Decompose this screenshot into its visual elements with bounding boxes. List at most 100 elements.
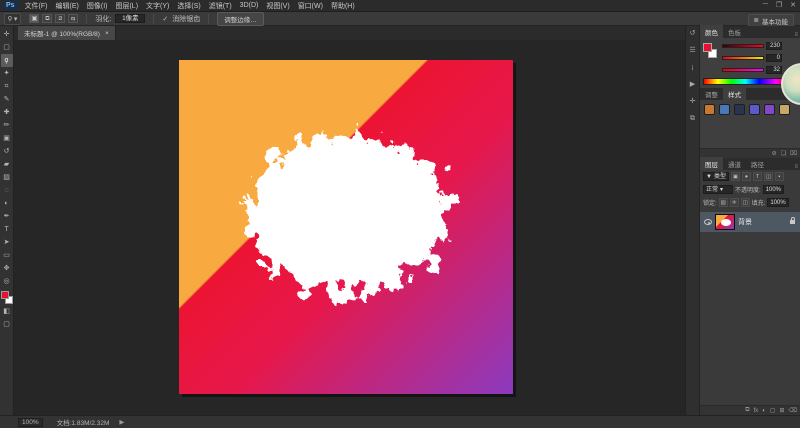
new-style-icon[interactable]: ❏ (781, 150, 786, 157)
navigator-panel-icon[interactable]: ✛ (687, 96, 699, 107)
style-swatch[interactable] (704, 104, 715, 115)
foreground-color-swatch[interactable] (1, 291, 9, 299)
refine-edge-button[interactable]: 调整边缘… (217, 12, 264, 26)
zoom-tool[interactable]: ◎ (1, 275, 13, 288)
blue-slider[interactable] (722, 68, 764, 72)
tab-styles[interactable]: 样式 (723, 87, 746, 100)
add-selection-icon[interactable]: ⧉ (42, 14, 52, 23)
menu-layer[interactable]: 图层(L) (115, 1, 138, 11)
info-panel-icon[interactable]: ¡ (687, 62, 699, 73)
filter-type-icon[interactable]: T (753, 172, 762, 181)
lock-position-icon[interactable]: ✛ (730, 198, 739, 207)
panel-foreground-swatch[interactable] (703, 43, 712, 52)
marquee-tool[interactable]: ▢ (1, 41, 13, 54)
menu-edit[interactable]: 编辑(E) (56, 1, 79, 11)
current-tool-chip[interactable]: ϙ ▾ (4, 13, 21, 25)
green-slider[interactable] (722, 56, 764, 60)
menu-select[interactable]: 选择(S) (177, 1, 200, 11)
layer-filter-type[interactable]: ▼ 类型 (703, 172, 729, 181)
document-tab[interactable]: 未标题-1 @ 100%(RGB/8) × (18, 26, 116, 40)
zoom-level-field[interactable]: 100% (18, 418, 43, 427)
close-button[interactable]: ✕ (790, 1, 796, 9)
status-options-arrow-icon[interactable]: ▶ (119, 418, 124, 426)
path-select-tool[interactable]: ➤ (1, 236, 13, 249)
menu-type[interactable]: 文字(Y) (146, 1, 169, 11)
restore-button[interactable]: ❐ (776, 1, 782, 9)
clone-stamp-tool[interactable]: ▣ (1, 132, 13, 145)
background-layer-row[interactable]: 背景 (700, 212, 800, 232)
menu-image[interactable]: 图像(I) (87, 1, 108, 11)
layer-mask-icon[interactable]: ▢ (770, 407, 776, 414)
gradient-tool[interactable]: ▨ (1, 171, 13, 184)
menu-filter[interactable]: 滤镜(T) (209, 1, 232, 11)
style-swatch[interactable] (764, 104, 775, 115)
style-swatch[interactable] (734, 104, 745, 115)
layer-style-fx-icon[interactable]: fx (754, 408, 759, 414)
dodge-tool[interactable]: ◐ (1, 197, 13, 210)
hand-tool[interactable]: ✥ (1, 262, 13, 275)
tab-adjustments[interactable]: 调整 (700, 87, 723, 100)
filter-shape-icon[interactable]: ◫ (764, 172, 773, 181)
link-layers-icon[interactable]: ⧉ (745, 407, 749, 414)
properties-panel-icon[interactable]: ☰ (687, 45, 699, 56)
subtract-selection-icon[interactable]: ⧄ (55, 14, 65, 23)
eyedropper-tool[interactable]: ✎ (1, 93, 13, 106)
shape-tool[interactable]: ▭ (1, 249, 13, 262)
blend-mode-select[interactable]: 正常 ▾ (703, 185, 733, 194)
actions-panel-icon[interactable]: ▶ (687, 79, 699, 90)
blue-value[interactable]: 32 (766, 66, 782, 74)
blur-tool[interactable]: ◌ (1, 184, 13, 197)
lock-all-icon[interactable]: ◫ (741, 198, 750, 207)
tab-layers[interactable]: 图层 (700, 157, 723, 170)
red-value[interactable]: 230 (766, 42, 782, 50)
document-canvas[interactable] (179, 60, 513, 394)
screen-mode-button[interactable]: ▢ (1, 318, 13, 331)
new-layer-icon[interactable]: ⊞ (779, 407, 784, 414)
tab-channels[interactable]: 通道 (723, 157, 746, 170)
delete-layer-icon[interactable]: ⌫ (789, 407, 797, 414)
minimize-button[interactable]: ─ (763, 1, 768, 9)
fill-value[interactable]: 100% (767, 198, 788, 207)
history-brush-tool[interactable]: ↺ (1, 145, 13, 158)
lasso-tool[interactable]: ϙ (1, 54, 13, 67)
style-swatch[interactable] (749, 104, 760, 115)
tab-close-icon[interactable]: × (105, 30, 109, 37)
filter-adjustment-icon[interactable]: ● (742, 172, 751, 181)
filter-smart-icon[interactable]: ▪ (775, 172, 784, 181)
crop-tool[interactable]: ⌗ (1, 80, 13, 93)
red-slider[interactable] (722, 44, 764, 48)
pen-tool[interactable]: ✒ (1, 210, 13, 223)
style-swatch[interactable] (779, 104, 790, 115)
style-swatch[interactable] (719, 104, 730, 115)
tab-color[interactable]: 颜色 (700, 25, 723, 38)
layer-visibility-eye-icon[interactable] (704, 219, 712, 225)
healing-brush-tool[interactable]: ✚ (1, 106, 13, 119)
feather-input[interactable]: 1像素 (115, 14, 145, 23)
quick-mask-button[interactable]: ◧ (1, 305, 13, 318)
magic-wand-tool[interactable]: ✦ (1, 67, 13, 80)
opacity-value[interactable]: 100% (763, 185, 784, 194)
menu-file[interactable]: 文件(F) (25, 1, 48, 11)
brush-tool[interactable]: ✏ (1, 119, 13, 132)
type-tool[interactable]: T (1, 223, 13, 236)
menu-help[interactable]: 帮助(H) (331, 1, 355, 11)
antialias-checkbox[interactable]: ✓ (162, 15, 168, 23)
eraser-tool[interactable]: ▰ (1, 158, 13, 171)
filter-pixel-icon[interactable]: ▣ (731, 172, 740, 181)
lock-transparency-icon[interactable]: ▨ (719, 198, 728, 207)
new-selection-icon[interactable]: ▣ (29, 14, 39, 23)
intersect-selection-icon[interactable]: ⧅ (68, 14, 78, 23)
history-panel-icon[interactable]: ↺ (687, 28, 699, 39)
adjustment-layer-icon[interactable]: ◐ (762, 408, 766, 414)
menu-window[interactable]: 窗口(W) (298, 1, 323, 11)
delete-style-icon[interactable]: ⌧ (790, 150, 797, 157)
clear-style-icon[interactable]: ⊘ (772, 150, 777, 157)
move-tool[interactable]: ✛ (1, 28, 13, 41)
clone-source-panel-icon[interactable]: ⧉ (687, 113, 699, 124)
green-value[interactable]: 0 (766, 54, 782, 62)
tab-swatches[interactable]: 色板 (723, 25, 746, 38)
layer-thumbnail[interactable] (715, 214, 735, 230)
menu-3d[interactable]: 3D(D) (240, 2, 259, 9)
menu-view[interactable]: 视图(V) (266, 1, 289, 11)
tab-paths[interactable]: 路径 (746, 157, 769, 170)
